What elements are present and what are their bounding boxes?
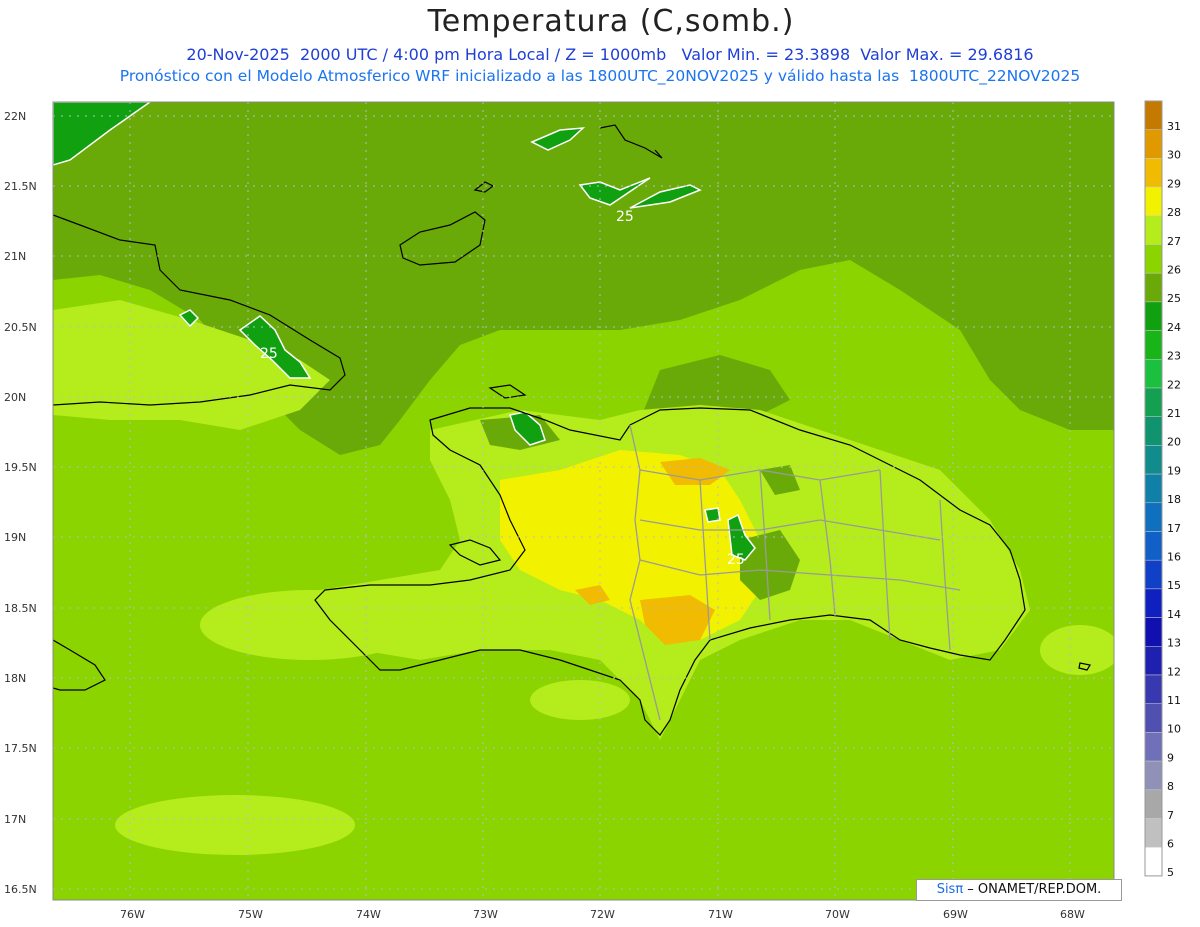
temperature-map: 25 25 25 22N 21.5N 21N 20.5N 20N 19.5N 1… bbox=[4, 100, 1181, 921]
colorbar-label: 26 bbox=[1167, 264, 1181, 277]
credit-text: – ONAMET/REP.DOM. bbox=[963, 882, 1102, 897]
colorbar-swatch bbox=[1144, 760, 1163, 791]
colorbar-label: 25 bbox=[1167, 292, 1181, 305]
lat-label: 20N bbox=[4, 391, 26, 404]
colorbar-swatch bbox=[1144, 359, 1163, 389]
lat-axis: 22N 21.5N 21N 20.5N 20N 19.5N 19N 18.5N … bbox=[4, 110, 37, 896]
colorbar-label: 19 bbox=[1167, 464, 1181, 477]
colorbar-swatch bbox=[1144, 531, 1163, 561]
colorbar-label: 27 bbox=[1167, 235, 1181, 248]
lat-label: 18.5N bbox=[4, 602, 37, 615]
colorbar-swatch bbox=[1144, 789, 1163, 819]
lon-label: 74W bbox=[356, 908, 381, 921]
colorbar-swatch bbox=[1144, 330, 1163, 360]
colorbar-label: 28 bbox=[1167, 206, 1181, 219]
colorbar-label: 17 bbox=[1167, 522, 1181, 535]
colorbar-swatch bbox=[1144, 502, 1163, 532]
colorbar-swatch bbox=[1144, 473, 1163, 504]
colorbar: 31 30 29 28 27 26 25 24 23 22 21 20 19 18 17 16 15 14 13 12… bbox=[1144, 100, 1181, 879]
contour-label-bahamas: 25 bbox=[616, 209, 634, 225]
colorbar-swatch bbox=[1144, 129, 1163, 159]
colorbar-label: 20 bbox=[1167, 436, 1181, 449]
colorbar-swatch bbox=[1144, 445, 1163, 475]
colorbar-swatch bbox=[1144, 186, 1163, 217]
lat-label: 19.5N bbox=[4, 461, 37, 474]
lon-label: 75W bbox=[238, 908, 263, 921]
colorbar-label: 5 bbox=[1167, 866, 1174, 879]
colorbar-label: 18 bbox=[1167, 493, 1181, 506]
lon-label: 73W bbox=[473, 908, 498, 921]
colorbar-swatch bbox=[1144, 416, 1163, 446]
credit-box: Sisπ – ONAMET/REP.DOM. bbox=[916, 879, 1122, 901]
lat-label: 17N bbox=[4, 813, 26, 826]
colorbar-label: 21 bbox=[1167, 407, 1181, 420]
colorbar-label: 9 bbox=[1167, 751, 1174, 764]
colorbar-swatch bbox=[1144, 732, 1163, 762]
colorbar-label: 8 bbox=[1167, 780, 1174, 793]
colorbar-swatch bbox=[1144, 846, 1163, 877]
lon-label: 76W bbox=[120, 908, 145, 921]
warm-blob-se bbox=[1040, 625, 1114, 675]
colorbar-label: 14 bbox=[1167, 608, 1181, 621]
lon-label: 68W bbox=[1060, 908, 1085, 921]
map-area: 25 25 25 bbox=[53, 102, 1114, 900]
colorbar-label: 24 bbox=[1167, 321, 1181, 334]
colorbar-label: 11 bbox=[1167, 694, 1181, 707]
colorbar-label: 22 bbox=[1167, 378, 1181, 391]
colorbar-label: 6 bbox=[1167, 838, 1174, 851]
colorbar-label: 23 bbox=[1167, 350, 1181, 363]
contour-label-cuba: 25 bbox=[260, 346, 278, 362]
lon-label: 72W bbox=[590, 908, 615, 921]
colorbar-swatch bbox=[1144, 100, 1163, 130]
colorbar-swatch bbox=[1144, 301, 1163, 331]
lon-label: 70W bbox=[825, 908, 850, 921]
colorbar-label: 30 bbox=[1167, 149, 1181, 162]
colorbar-swatch bbox=[1144, 215, 1163, 245]
colorbar-label: 13 bbox=[1167, 637, 1181, 650]
lat-label: 19N bbox=[4, 531, 26, 544]
lat-label: 22N bbox=[4, 110, 26, 123]
colorbar-swatch bbox=[1144, 646, 1163, 676]
colorbar-label: 31 bbox=[1167, 120, 1181, 133]
lat-label: 21.5N bbox=[4, 180, 37, 193]
colorbar-swatch bbox=[1144, 158, 1163, 188]
colorbar-swatch bbox=[1144, 387, 1163, 417]
lat-label: 16.5N bbox=[4, 883, 37, 896]
colorbar-swatch bbox=[1144, 588, 1163, 618]
lat-label: 18N bbox=[4, 672, 26, 685]
credit-brand: Sisπ bbox=[936, 882, 964, 897]
colorbar-swatch bbox=[1144, 617, 1163, 647]
colorbar-swatch bbox=[1144, 559, 1163, 590]
lon-label: 69W bbox=[943, 908, 968, 921]
colorbar-label: 15 bbox=[1167, 579, 1181, 592]
colorbar-label: 7 bbox=[1167, 809, 1174, 822]
lon-axis: 76W 75W 74W 73W 72W 71W 70W 69W 68W bbox=[120, 908, 1085, 921]
contour-label-hispaniola: 25 bbox=[727, 552, 745, 568]
warm-blob-south bbox=[115, 795, 355, 855]
lat-label: 20.5N bbox=[4, 321, 37, 334]
colorbar-swatch bbox=[1144, 818, 1163, 848]
colorbar-swatch bbox=[1144, 703, 1163, 733]
colorbar-swatch bbox=[1144, 244, 1163, 274]
lat-label: 21N bbox=[4, 250, 26, 263]
colorbar-label: 16 bbox=[1167, 551, 1181, 564]
colorbar-label: 29 bbox=[1167, 177, 1181, 190]
colorbar-label: 10 bbox=[1167, 723, 1181, 736]
colorbar-swatch bbox=[1144, 272, 1163, 303]
colorbar-label: 12 bbox=[1167, 665, 1181, 678]
colorbar-swatch bbox=[1144, 674, 1163, 704]
warm-blob-s2 bbox=[530, 680, 630, 720]
lat-label: 17.5N bbox=[4, 742, 37, 755]
lon-label: 71W bbox=[708, 908, 733, 921]
